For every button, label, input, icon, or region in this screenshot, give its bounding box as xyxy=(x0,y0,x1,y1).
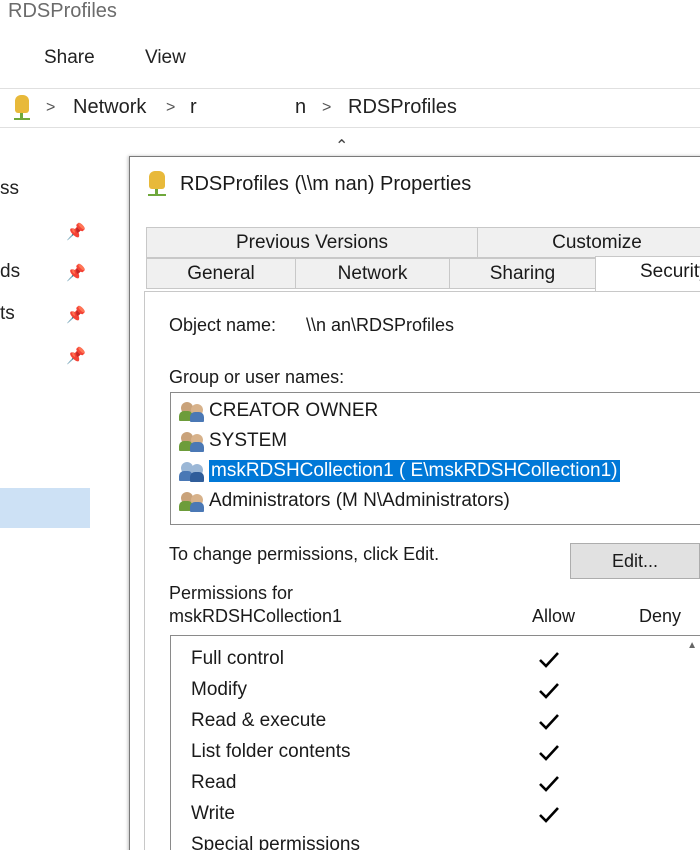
permission-row: List folder contents xyxy=(171,737,700,768)
breadcrumb-server[interactable]: r xyxy=(190,96,197,119)
allow-column-header: Allow xyxy=(532,606,576,626)
group-item-mskrdshcollection1[interactable]: mskRDSHCollection1 ( E\mskRDSHCollection… xyxy=(171,457,700,487)
breadcrumb-network[interactable]: Network xyxy=(73,96,146,119)
network-folder-icon xyxy=(14,95,30,120)
nav-selected-item[interactable] xyxy=(0,488,90,528)
breadcrumb-rdsprofiles[interactable]: RDSProfiles xyxy=(348,96,457,119)
tab-customize[interactable]: Customize xyxy=(477,227,700,258)
group-item-system[interactable]: SYSTEM xyxy=(171,427,700,457)
permission-row: Read & execute xyxy=(171,706,700,737)
checkmark-icon xyxy=(539,652,559,668)
permission-name: Read & execute xyxy=(191,710,327,731)
permission-name: Read xyxy=(191,772,237,793)
tab-network[interactable]: Network xyxy=(295,258,450,289)
tab-security[interactable]: Security xyxy=(595,256,700,291)
tab-general[interactable]: General xyxy=(146,258,296,289)
checkmark-icon xyxy=(539,745,559,761)
pin-icon[interactable]: 📌 xyxy=(66,222,86,242)
edit-button[interactable]: Edit... xyxy=(570,543,700,579)
users-icon xyxy=(179,432,205,452)
permission-row: Write xyxy=(171,799,700,830)
users-icon xyxy=(179,402,205,422)
permission-name: List folder contents xyxy=(191,741,351,762)
shared-folder-icon xyxy=(148,171,168,197)
permission-row: Modify xyxy=(171,675,700,706)
object-name-label: Object name: xyxy=(169,315,277,335)
tab-sharing[interactable]: Sharing xyxy=(449,258,596,289)
properties-dialog: RDSProfiles (\\m nan) Properties Previou… xyxy=(129,156,700,850)
tab-previous-versions[interactable]: Previous Versions xyxy=(146,227,478,258)
permissions-list[interactable]: ▲ Full control Modify Read & execute List f… xyxy=(170,635,700,850)
nav-item-2[interactable]: ds xyxy=(0,261,20,283)
permission-row: Read xyxy=(171,768,700,799)
change-permissions-text: To change permissions, click Edit. xyxy=(169,544,440,564)
permission-row: Full control xyxy=(171,644,700,675)
ribbon: Share View xyxy=(0,36,700,78)
address-bar[interactable]: > Network > r n > RDSProfiles xyxy=(0,88,700,128)
permissions-for-principal: mskRDSHCollection1 xyxy=(169,606,343,626)
window-title: RDSProfiles xyxy=(8,0,117,22)
dialog-title: RDSProfiles (\\m nan) Properties xyxy=(180,173,472,195)
checkmark-icon xyxy=(539,776,559,792)
pin-icon[interactable]: 📌 xyxy=(66,263,86,283)
permission-name: Special permissions xyxy=(191,834,360,850)
permission-name: Modify xyxy=(191,679,247,700)
permission-row: Special permissions xyxy=(171,830,700,850)
breadcrumb-chevron-icon: > xyxy=(322,99,332,116)
checkmark-icon xyxy=(539,683,559,699)
nav-item-1[interactable]: ss xyxy=(0,178,19,200)
breadcrumb-chevron-icon: > xyxy=(46,99,56,116)
group-item-creator-owner[interactable]: CREATOR OWNER xyxy=(171,397,700,427)
checkmark-icon xyxy=(539,807,559,823)
group-names-label: Group or user names: xyxy=(169,367,345,387)
users-icon xyxy=(179,492,205,512)
group-user-list[interactable]: CREATOR OWNER SYSTEM mskRDSHCollection1 … xyxy=(170,392,700,525)
breadcrumb-share[interactable]: n xyxy=(295,96,306,119)
pin-icon[interactable]: 📌 xyxy=(66,346,86,366)
permissions-for-label: Permissions for xyxy=(169,583,294,603)
checkmark-icon xyxy=(539,714,559,730)
group-item-administrators[interactable]: Administrators (M N\Administrators) xyxy=(171,487,700,517)
pin-icon[interactable]: 📌 xyxy=(66,305,86,325)
permission-name: Full control xyxy=(191,648,284,669)
ribbon-tab-share[interactable]: Share xyxy=(44,47,95,69)
permission-name: Write xyxy=(191,803,235,824)
users-icon xyxy=(179,462,205,482)
breadcrumb-chevron-icon: > xyxy=(166,99,176,116)
deny-column-header: Deny xyxy=(639,606,682,626)
sort-caret-up-icon: ⌃ xyxy=(335,138,349,155)
nav-item-3[interactable]: ts xyxy=(0,303,15,325)
ribbon-tab-view[interactable]: View xyxy=(145,47,186,69)
object-name-value: \\n an\RDSProfiles xyxy=(306,315,455,335)
